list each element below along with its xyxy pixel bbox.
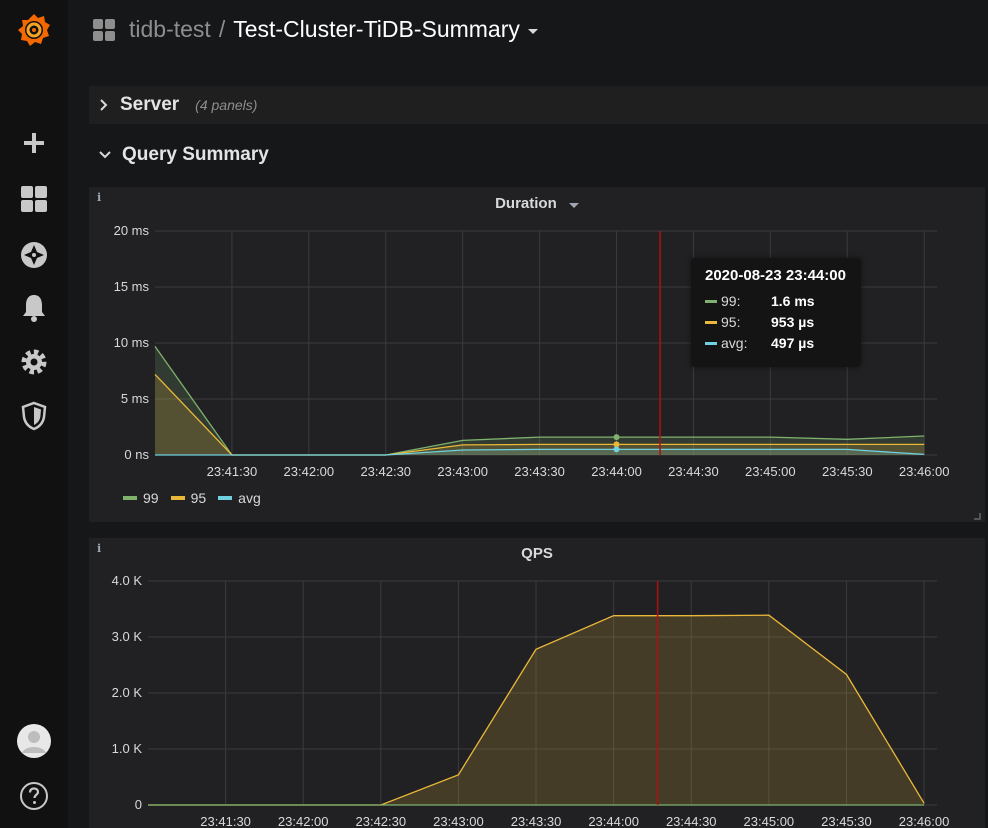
- row-server[interactable]: Server (4 panels): [89, 86, 988, 124]
- row-server-title: Server: [120, 94, 180, 115]
- grafana-logo-icon[interactable]: [0, 9, 68, 53]
- legend-swatch: [218, 496, 233, 500]
- duration-legend: 99 95 avg: [123, 490, 273, 506]
- qps-panel: i QPS: [89, 538, 985, 828]
- bell-alerting-icon[interactable]: [0, 286, 68, 330]
- breadcrumb: tidb-test / Test-Cluster-TiDB-Summary: [92, 16, 538, 43]
- legend-label: 95: [190, 490, 207, 506]
- tooltip-series-value: 497 µs: [771, 335, 815, 351]
- breadcrumb-folder-link[interactable]: tidb-test: [129, 16, 211, 43]
- graph-hover-tooltip: 2020-08-23 23:44:00 99: 1.6 ms 95: 953 µ…: [691, 258, 861, 367]
- compass-explore-icon[interactable]: [0, 233, 68, 277]
- tooltip-row: 99: 1.6 ms: [705, 291, 815, 311]
- plus-icon[interactable]: [0, 121, 68, 165]
- legend-item[interactable]: avg: [218, 490, 261, 506]
- row-server-panel-count: (4 panels): [195, 97, 258, 113]
- qps-panel-title[interactable]: QPS: [89, 545, 985, 562]
- tooltip-series-value: 1.6 ms: [771, 293, 815, 309]
- user-avatar-icon[interactable]: [0, 719, 68, 763]
- tooltip-row: 95: 953 µs: [705, 312, 814, 332]
- tooltip-series-swatch: [705, 320, 717, 324]
- tooltip-series-name: avg:: [721, 335, 748, 351]
- dashboards-grid-icon: [93, 18, 115, 41]
- tooltip-row: avg: 497 µs: [705, 333, 814, 353]
- duration-panel-title[interactable]: Duration: [495, 195, 557, 212]
- row-query-summary-title: Query Summary: [122, 144, 269, 165]
- resize-handle-icon[interactable]: [971, 510, 981, 520]
- dashboard-title-link[interactable]: Test-Cluster-TiDB-Summary: [233, 16, 520, 43]
- shield-server-admin-icon[interactable]: [0, 394, 68, 438]
- side-menu: [0, 0, 68, 828]
- breadcrumb-separator: /: [218, 16, 226, 42]
- help-question-icon[interactable]: [0, 774, 68, 818]
- tooltip-series-name: 95:: [721, 314, 741, 330]
- legend-label: 99: [143, 490, 159, 506]
- chevron-down-icon: [99, 151, 111, 159]
- chevron-right-icon: [100, 99, 108, 111]
- tooltip-series-value: 953 µs: [771, 314, 815, 330]
- legend-swatch: [170, 496, 185, 500]
- legend-item[interactable]: 99: [123, 490, 159, 506]
- legend-item[interactable]: 95: [170, 490, 207, 506]
- gear-configuration-icon[interactable]: [0, 340, 68, 384]
- legend-label: avg: [238, 490, 261, 506]
- tooltip-series-swatch: [705, 341, 717, 345]
- legend-swatch: [123, 496, 137, 500]
- chevron-down-icon[interactable]: [527, 29, 538, 34]
- tooltip-time: 2020-08-23 23:44:00: [705, 267, 846, 284]
- dashboards-grid-icon[interactable]: [0, 177, 68, 221]
- panel-menu-chevron-icon[interactable]: [568, 203, 579, 208]
- tooltip-series-swatch: [705, 299, 717, 303]
- dashboard-navbar: tidb-test / Test-Cluster-TiDB-Summary: [68, 0, 988, 68]
- row-query-summary[interactable]: Query Summary: [89, 136, 988, 174]
- tooltip-series-name: 99:: [721, 293, 741, 309]
